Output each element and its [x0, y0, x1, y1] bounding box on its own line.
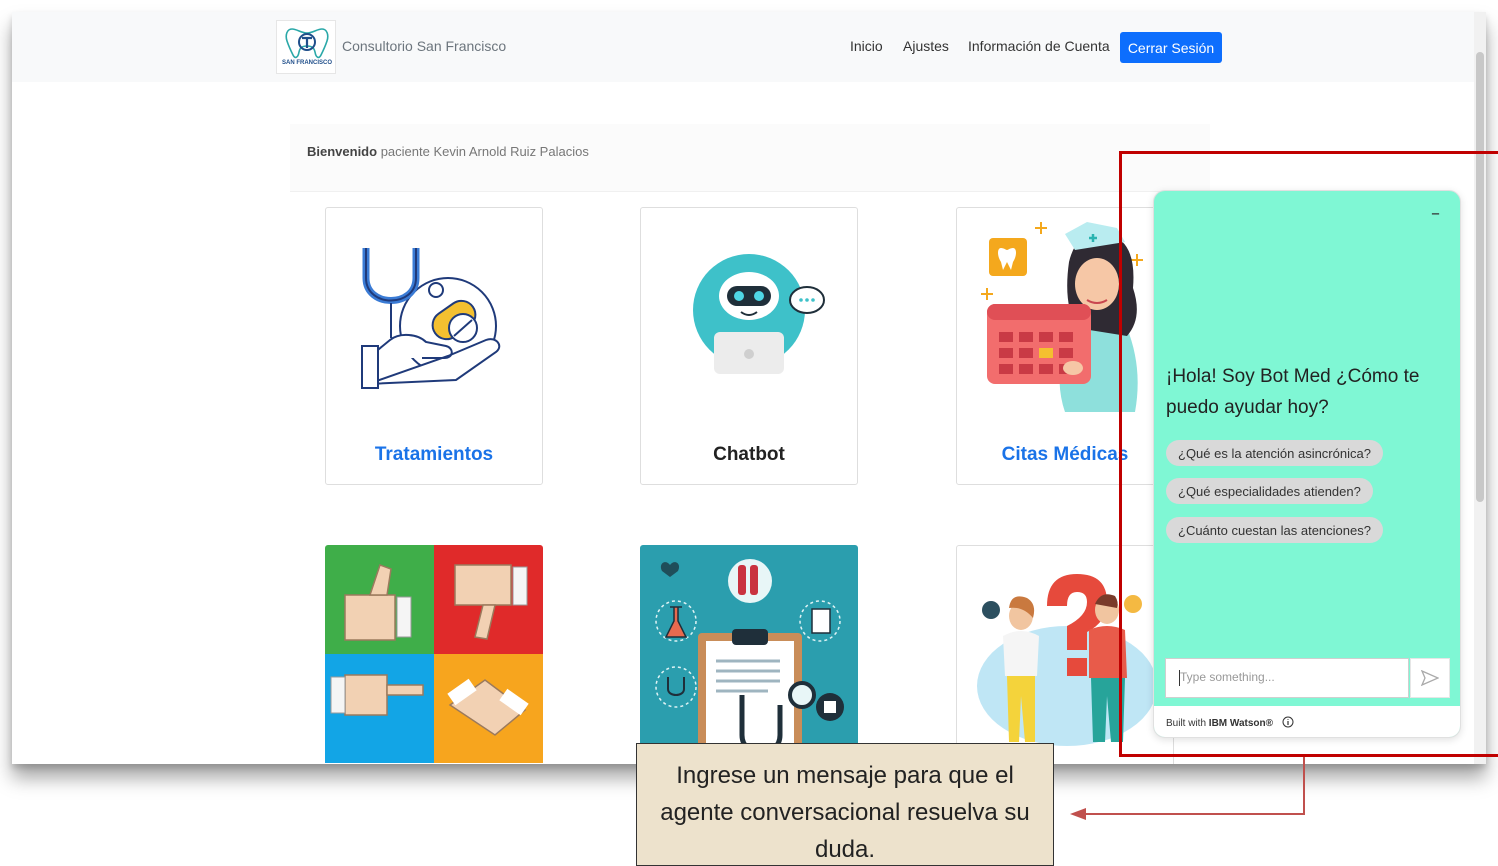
- connector-arrow-icon: [1070, 757, 1305, 820]
- screenshot-stage: SAN FRANCISCO Consultorio San Francisco …: [0, 0, 1498, 866]
- instruction-callout: Ingrese un mensaje para que el agente co…: [636, 743, 1054, 866]
